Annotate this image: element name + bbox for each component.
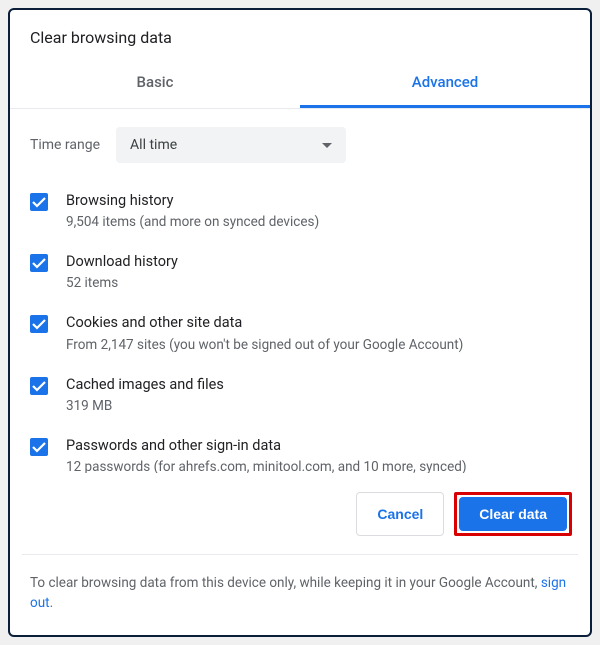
footer-text-after: . (50, 595, 54, 611)
check-icon (32, 318, 46, 330)
clear-data-button[interactable]: Clear data (459, 497, 567, 531)
option-desc: 319 MB (66, 397, 224, 416)
time-range-value: All time (130, 137, 177, 153)
option-desc: From 2,147 sites (you won't be signed ou… (66, 336, 463, 355)
option-download-history: Download history 52 items (10, 242, 590, 303)
check-icon (32, 441, 46, 453)
option-cookies: Cookies and other site data From 2,147 s… (10, 303, 590, 364)
footer-note: To clear browsing data from this device … (10, 555, 590, 636)
tab-advanced[interactable]: Advanced (300, 61, 590, 108)
option-passwords: Passwords and other sign-in data 12 pass… (10, 426, 590, 473)
clear-browsing-data-dialog: Clear browsing data Basic Advanced Time … (8, 8, 592, 637)
option-desc: 52 items (66, 274, 178, 293)
checkbox-cookies[interactable] (30, 315, 48, 333)
time-range-row: Time range All time (10, 109, 590, 181)
dialog-actions: Cancel Clear data (10, 473, 590, 554)
cancel-button[interactable]: Cancel (356, 492, 444, 536)
tabs: Basic Advanced (10, 61, 590, 109)
option-text: Cached images and files 319 MB (66, 375, 224, 416)
option-desc: 9,504 items (and more on synced devices) (66, 213, 319, 232)
option-cached: Cached images and files 319 MB (10, 365, 590, 426)
option-title: Passwords and other sign-in data (66, 436, 467, 456)
checkbox-browsing-history[interactable] (30, 193, 48, 211)
option-text: Browsing history 9,504 items (and more o… (66, 191, 319, 232)
option-text: Download history 52 items (66, 252, 178, 293)
checkbox-cached[interactable] (30, 377, 48, 395)
checkbox-download-history[interactable] (30, 254, 48, 272)
option-title: Cookies and other site data (66, 313, 463, 333)
option-title: Cached images and files (66, 375, 224, 395)
check-icon (32, 380, 46, 392)
check-icon (32, 257, 46, 269)
option-text: Passwords and other sign-in data 12 pass… (66, 436, 467, 473)
option-title: Download history (66, 252, 178, 272)
time-range-label: Time range (30, 137, 100, 153)
option-text: Cookies and other site data From 2,147 s… (66, 313, 463, 354)
option-browsing-history: Browsing history 9,504 items (and more o… (10, 181, 590, 242)
footer-text-before: To clear browsing data from this device … (30, 575, 541, 591)
scroll-area[interactable]: Time range All time Browsing history 9,5… (10, 109, 590, 473)
option-desc: 12 passwords (for ahrefs.com, minitool.c… (66, 458, 467, 472)
dialog-title: Clear browsing data (10, 10, 590, 61)
option-title: Browsing history (66, 191, 319, 211)
clear-data-highlight: Clear data (454, 492, 572, 536)
tab-basic[interactable]: Basic (10, 61, 300, 108)
checkbox-passwords[interactable] (30, 438, 48, 456)
chevron-down-icon (322, 143, 332, 148)
time-range-dropdown[interactable]: All time (116, 127, 346, 163)
check-icon (32, 196, 46, 208)
